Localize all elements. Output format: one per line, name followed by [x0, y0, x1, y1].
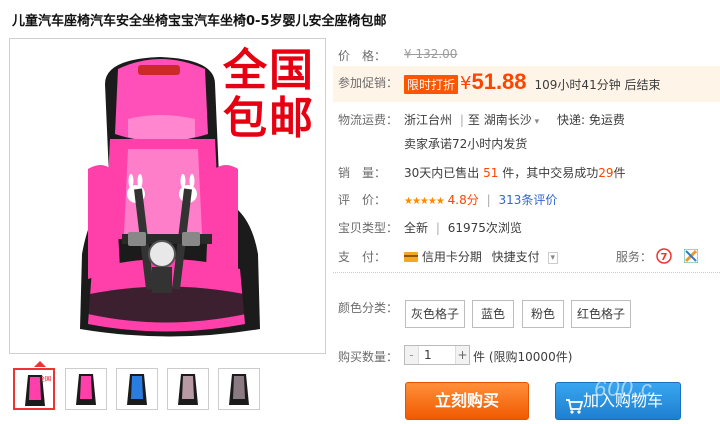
ship-to-city: 湖南长沙: [483, 113, 532, 127]
chevron-down-icon[interactable]: ▾: [547, 251, 559, 264]
express-fee: 快递: 免运费: [556, 113, 625, 127]
ship-from: 浙江台州: [404, 113, 453, 127]
color-option-red-check[interactable]: 红色格子: [571, 300, 631, 328]
svg-text:7: 7: [660, 252, 667, 263]
reviews-link[interactable]: 313条评价: [498, 193, 557, 207]
color-label: 颜色分类：: [338, 301, 399, 315]
cart-icon: [565, 392, 584, 424]
sale-price: 51.88: [471, 69, 527, 94]
chevron-down-icon: ▾: [531, 117, 540, 127]
rating-score: 4.8分: [447, 193, 479, 207]
thumbnail-dark-check[interactable]: [218, 368, 260, 410]
success-count: 29: [598, 166, 614, 180]
color-option-gray-check[interactable]: 灰色格子: [405, 300, 465, 328]
ship-to-selector[interactable]: 湖南长沙 ▾: [484, 113, 539, 127]
sales-prefix: 30天内已售出: [404, 166, 480, 180]
main-product-image[interactable]: 全国 包邮: [9, 38, 326, 354]
service-label: 服务：: [615, 250, 652, 264]
quantity-input[interactable]: 1: [421, 346, 457, 364]
section-divider: [333, 272, 720, 273]
buy-now-button[interactable]: 立刻购买: [405, 382, 529, 420]
original-price: ¥ 132.00: [404, 47, 458, 61]
guarantee-icon[interactable]: [683, 248, 699, 266]
view-count: 61975次浏览: [447, 221, 522, 235]
sold-count: 51: [483, 166, 499, 180]
payment-label: 支 付：: [338, 250, 387, 264]
quantity-stepper: - 1 +: [404, 345, 470, 365]
sales-label: 销 量：: [338, 166, 387, 180]
rating-stars-icon: ★★★★★: [404, 196, 445, 207]
quantity-limit-row: 件 (限购10000件): [473, 348, 572, 365]
quantity-increment-button[interactable]: +: [455, 346, 469, 364]
payment-quick[interactable]: 快捷支付: [492, 250, 540, 264]
thumbnail-strip: 全国: [9, 361, 329, 412]
delivery-promise: 卖家承诺72小时内发货: [404, 137, 528, 151]
currency-symbol: ¥: [460, 73, 472, 94]
sales-middle: 件，其中交易成功: [502, 166, 599, 180]
color-option-pink[interactable]: 粉色: [522, 300, 564, 328]
quantity-limit: (限购10000件): [488, 350, 573, 364]
payment-installment[interactable]: 信用卡分期: [422, 250, 482, 264]
item-type-label: 宝贝类型：: [338, 221, 399, 235]
countdown-timer: 109小时41分钟 后结束: [534, 78, 661, 92]
sales-suffix: 件: [613, 166, 626, 180]
promo-line-1: 全国: [223, 45, 315, 96]
shipping-label: 物流运费：: [338, 113, 399, 127]
quantity-label: 购买数量：: [338, 350, 399, 364]
product-title: 儿童汽车座椅汽车安全坐椅宝宝汽车坐椅0-5岁婴儿安全座椅包邮: [12, 14, 387, 29]
ship-to-separator: 至: [467, 113, 480, 127]
limited-discount-badge: 限时打折: [404, 75, 459, 94]
thumbnail-pink-promo[interactable]: 全国: [13, 368, 55, 410]
rating-label: 评 价：: [338, 193, 387, 207]
thumbnail-gray-check[interactable]: [167, 368, 209, 410]
item-condition: 全新: [404, 221, 429, 235]
quantity-decrement-button[interactable]: -: [405, 346, 419, 364]
promo-line-2: 包邮: [223, 93, 315, 144]
active-thumb-indicator-icon: [34, 361, 46, 367]
credit-card-icon: [404, 251, 418, 265]
site-watermark: 600.c: [594, 376, 653, 401]
promotion-label: 参加促销：: [338, 76, 399, 90]
quantity-unit: 件: [473, 350, 486, 364]
seven-day-return-icon[interactable]: 7: [655, 248, 672, 267]
free-shipping-stamp: 全国 包邮: [223, 47, 315, 143]
thumbnail-blue[interactable]: [116, 368, 158, 410]
price-label: 价 格：: [338, 49, 387, 63]
svg-text:全国: 全国: [39, 375, 51, 383]
thumbnail-pink[interactable]: [65, 368, 107, 410]
color-option-blue[interactable]: 蓝色: [472, 300, 514, 328]
